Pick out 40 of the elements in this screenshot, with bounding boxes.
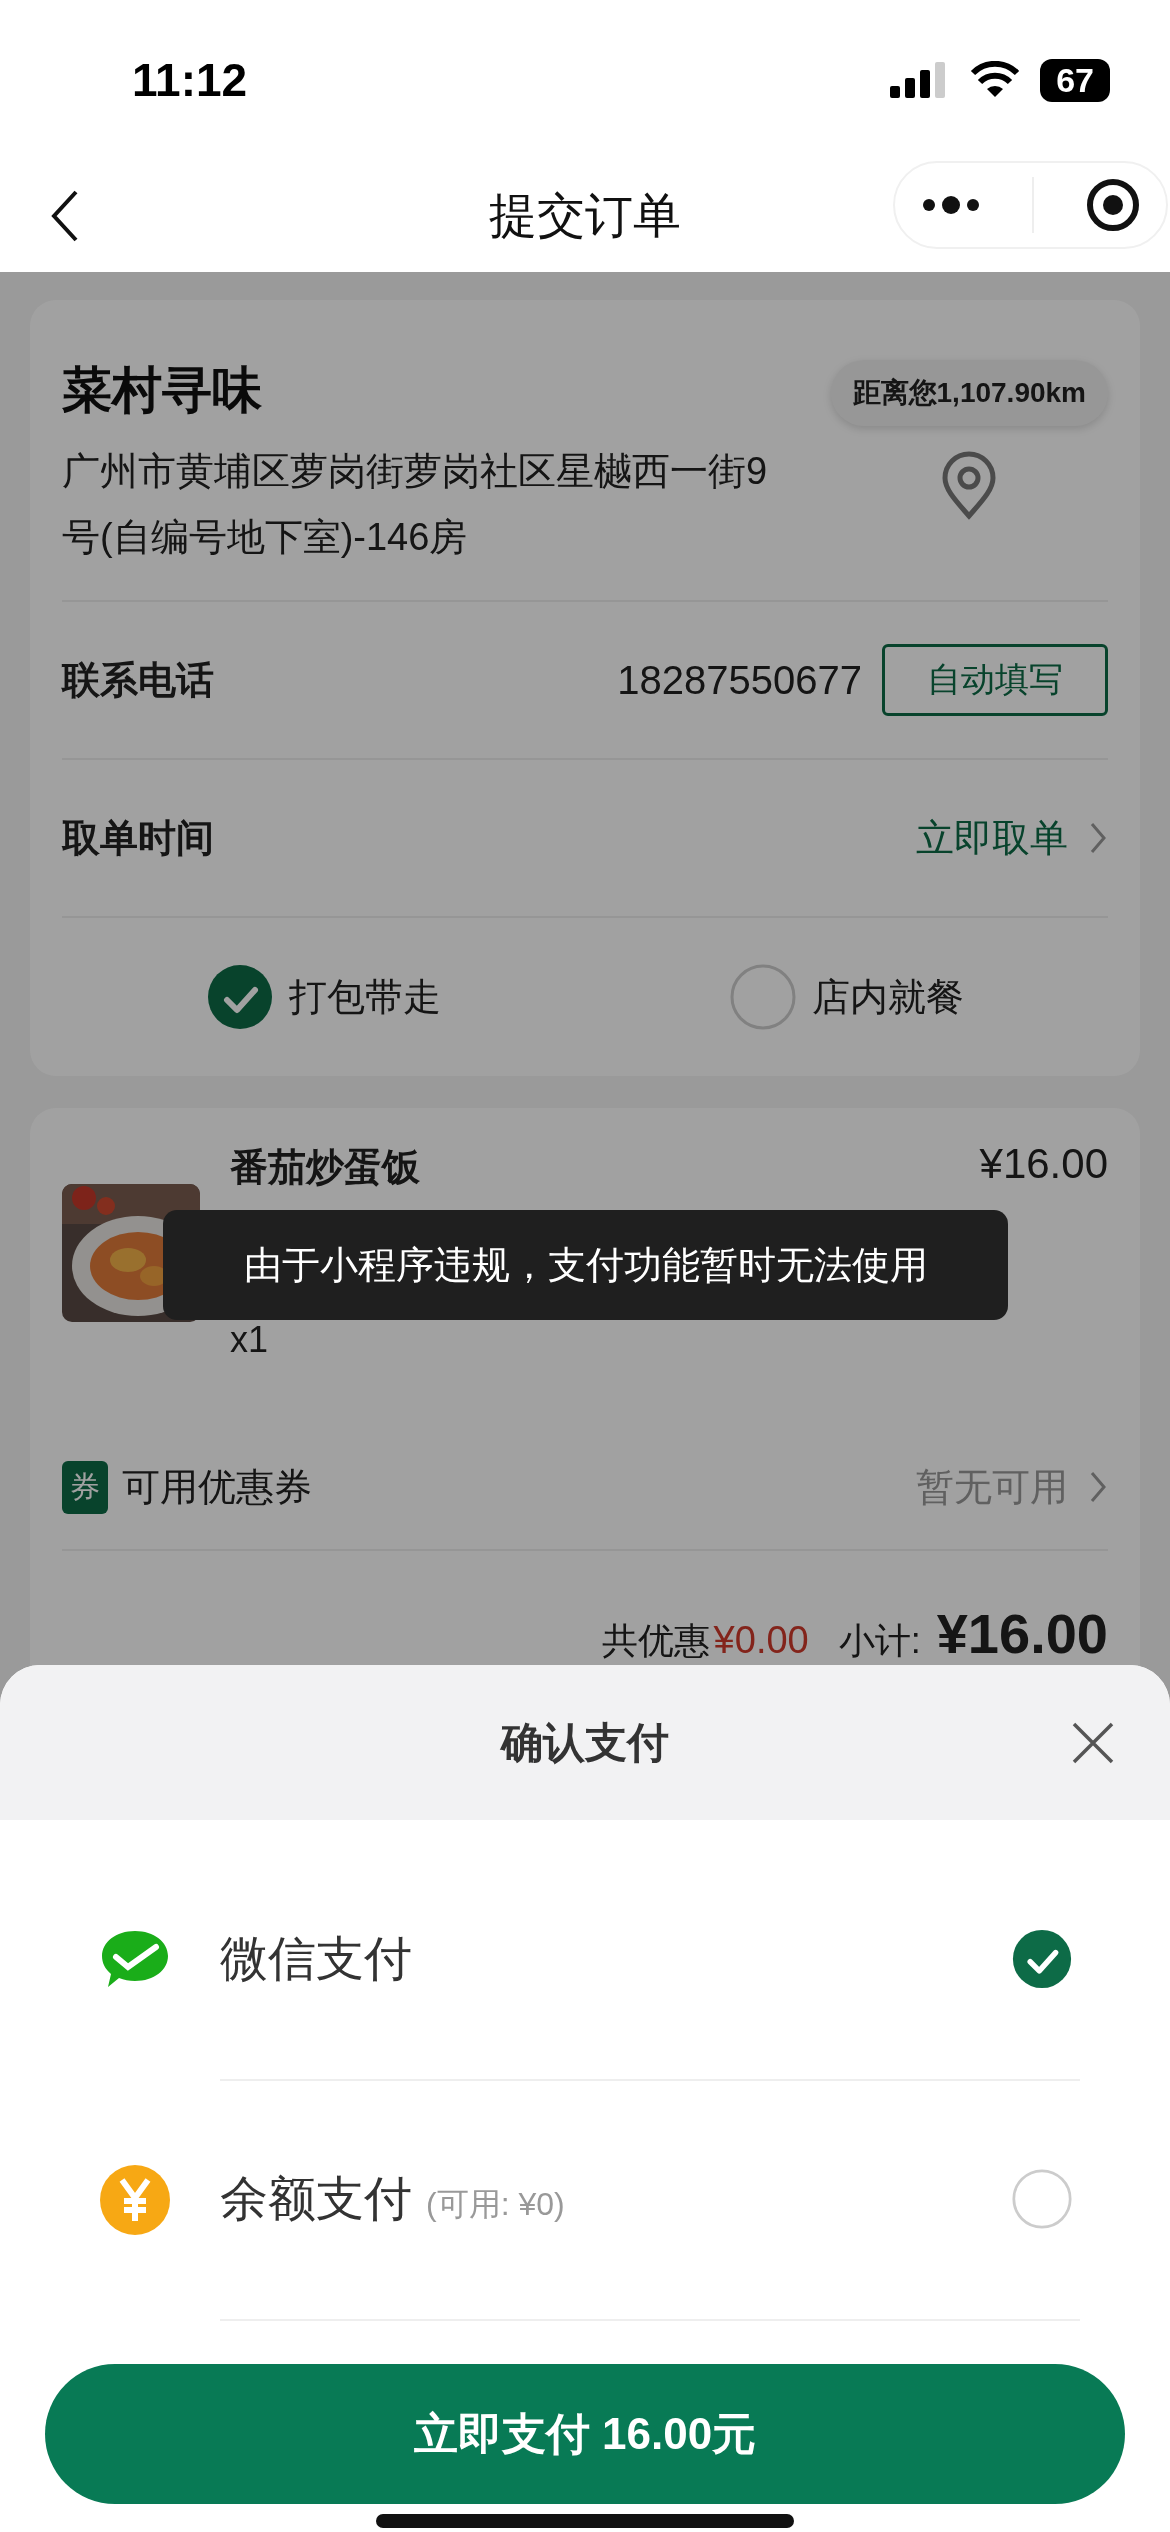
item-price: ¥16.00 — [979, 1140, 1108, 1188]
coupon-label: 可用优惠券 — [122, 1464, 312, 1510]
checked-radio-icon[interactable] — [206, 964, 273, 1030]
discount-label: 共优惠 — [601, 1619, 710, 1663]
status-time: 11:12 — [132, 53, 248, 107]
coupon-badge: 券 — [62, 1460, 108, 1514]
pay-now-button[interactable]: 立即支付 16.00元 — [45, 2364, 1125, 2504]
autofill-button[interactable]: 自动填写 — [882, 644, 1108, 716]
payment-method-label[interactable]: 余额支付 — [220, 2172, 412, 2225]
yen-coin-icon — [100, 2165, 170, 2235]
pickup-time-link[interactable]: 立即取单 — [916, 812, 1068, 864]
row-label: 取单时间 — [62, 815, 214, 861]
close-icon[interactable] — [1071, 1721, 1115, 1765]
distance-badge: 距离您1,107.90km — [830, 360, 1108, 426]
wifi-icon — [970, 61, 1021, 99]
more-icon[interactable] — [920, 195, 981, 215]
item-name: 番茄炒蛋饭 — [230, 1145, 421, 1190]
battery-indicator: 67 — [1040, 58, 1110, 102]
sheet-title: 确认支付 — [501, 1717, 669, 1768]
row-label: 联系电话 — [62, 657, 214, 703]
checked-radio-icon[interactable] — [1012, 1929, 1072, 1989]
chevron-right-icon[interactable] — [1088, 1469, 1108, 1505]
radio-icon[interactable] — [729, 964, 796, 1030]
dining-option-label[interactable]: 店内就餐 — [811, 971, 964, 1023]
store-name: 菜村寻味 — [62, 361, 263, 420]
subtotal-amount: ¥16.00 — [936, 1601, 1108, 1666]
dining-option-label[interactable]: 打包带走 — [288, 971, 441, 1023]
item-quantity: x1 — [230, 1319, 270, 1361]
payment-method-label[interactable]: 微信支付 — [220, 1932, 412, 1985]
available-balance: (可用: ¥0) — [426, 2186, 565, 2222]
store-address: 广州市黄埔区萝岗街萝岗社区星樾西一街9号(自编号地下室)-146房 — [62, 449, 769, 560]
toast-message: 由于小程序违规，支付功能暂时无法使用 — [163, 1210, 1008, 1320]
page-title: 提交订单 — [488, 188, 682, 244]
subtotal-label: 小计: — [838, 1619, 921, 1663]
back-icon[interactable] — [50, 189, 80, 243]
phone-number: 18287550677 — [617, 657, 862, 703]
chevron-right-icon[interactable] — [1088, 820, 1108, 856]
radio-icon[interactable] — [1012, 2169, 1072, 2229]
close-target-icon[interactable] — [1084, 177, 1141, 233]
discount-amount: ¥0.00 — [713, 1619, 809, 1662]
